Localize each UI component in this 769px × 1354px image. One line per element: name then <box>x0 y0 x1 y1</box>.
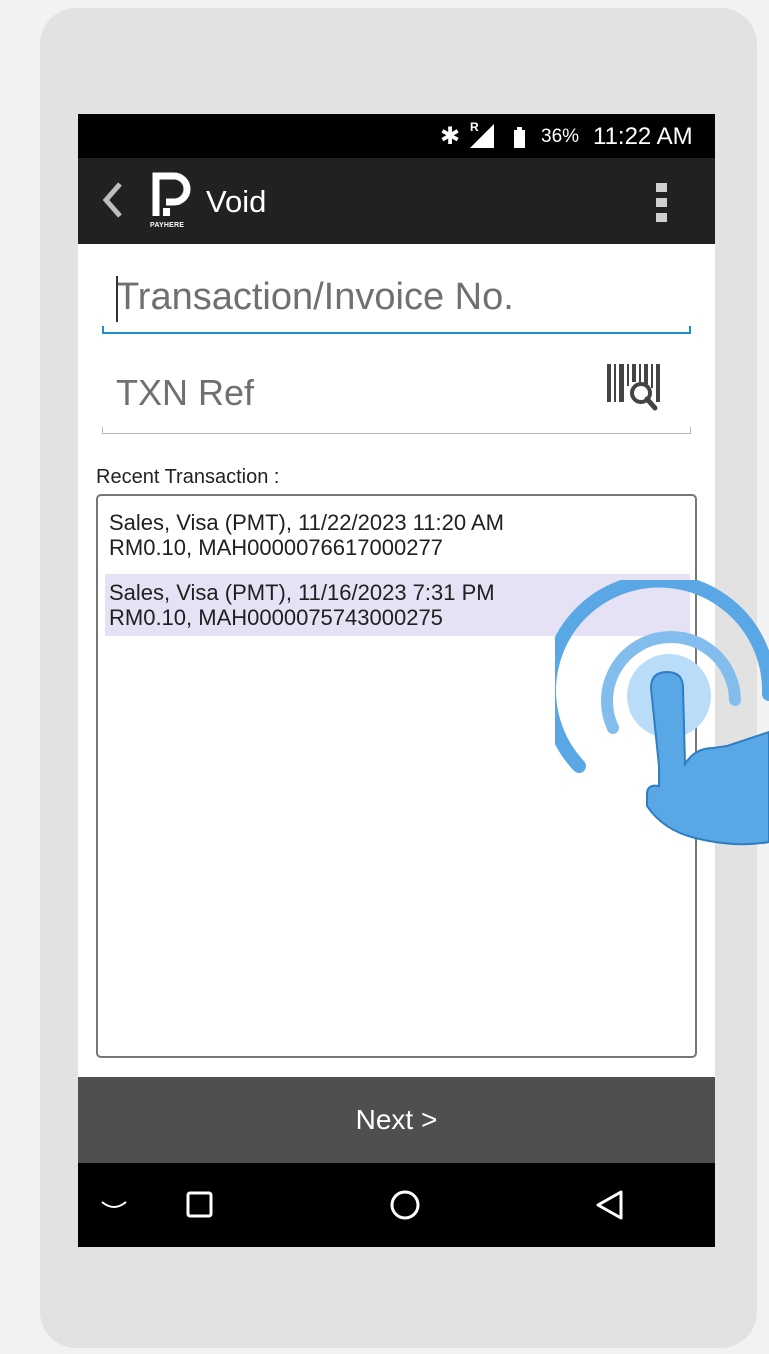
app-bar: PAYHERE Void <box>78 158 715 244</box>
battery-percent: 36% <box>541 126 580 147</box>
list-item[interactable]: Sales, Visa (PMT), 11/22/2023 11:20 AM R… <box>105 504 690 566</box>
txn-ref-field[interactable] <box>102 362 691 434</box>
system-nav-bar <box>78 1163 715 1247</box>
tap-hand-icon <box>555 580 769 846</box>
chevron-down-icon[interactable] <box>100 1199 128 1213</box>
more-vertical-icon[interactable] <box>656 183 672 223</box>
recent-transaction-label: Recent Transaction : <box>96 466 280 488</box>
page-title: Void <box>206 184 267 219</box>
transaction-line2: RM0.10, MAH0000076617000277 <box>109 535 443 560</box>
recents-square-icon[interactable] <box>186 1191 214 1219</box>
status-bar: ✱ R 36% 11:22 AM <box>78 114 715 158</box>
home-circle-icon[interactable] <box>389 1189 421 1221</box>
battery-icon <box>514 127 525 148</box>
logo-text: PAYHERE <box>150 222 185 229</box>
invoice-input[interactable] <box>116 276 676 319</box>
barcode-scan-icon[interactable] <box>604 362 670 412</box>
payhere-logo: PAYHERE <box>150 170 194 232</box>
txn-ref-input[interactable] <box>116 372 586 414</box>
back-triangle-icon[interactable] <box>594 1189 626 1221</box>
transaction-line1: Sales, Visa (PMT), 11/22/2023 11:20 AM <box>109 510 504 535</box>
chevron-left-icon[interactable] <box>98 178 128 222</box>
text-caret <box>116 276 118 322</box>
bluetooth-icon: ✱ <box>440 122 461 150</box>
payhere-logo-icon <box>152 172 191 216</box>
invoice-field[interactable] <box>102 272 691 334</box>
status-time: 11:22 AM <box>593 123 693 150</box>
signal-roaming-label: R <box>470 120 479 134</box>
next-button[interactable]: Next > <box>78 1077 715 1163</box>
